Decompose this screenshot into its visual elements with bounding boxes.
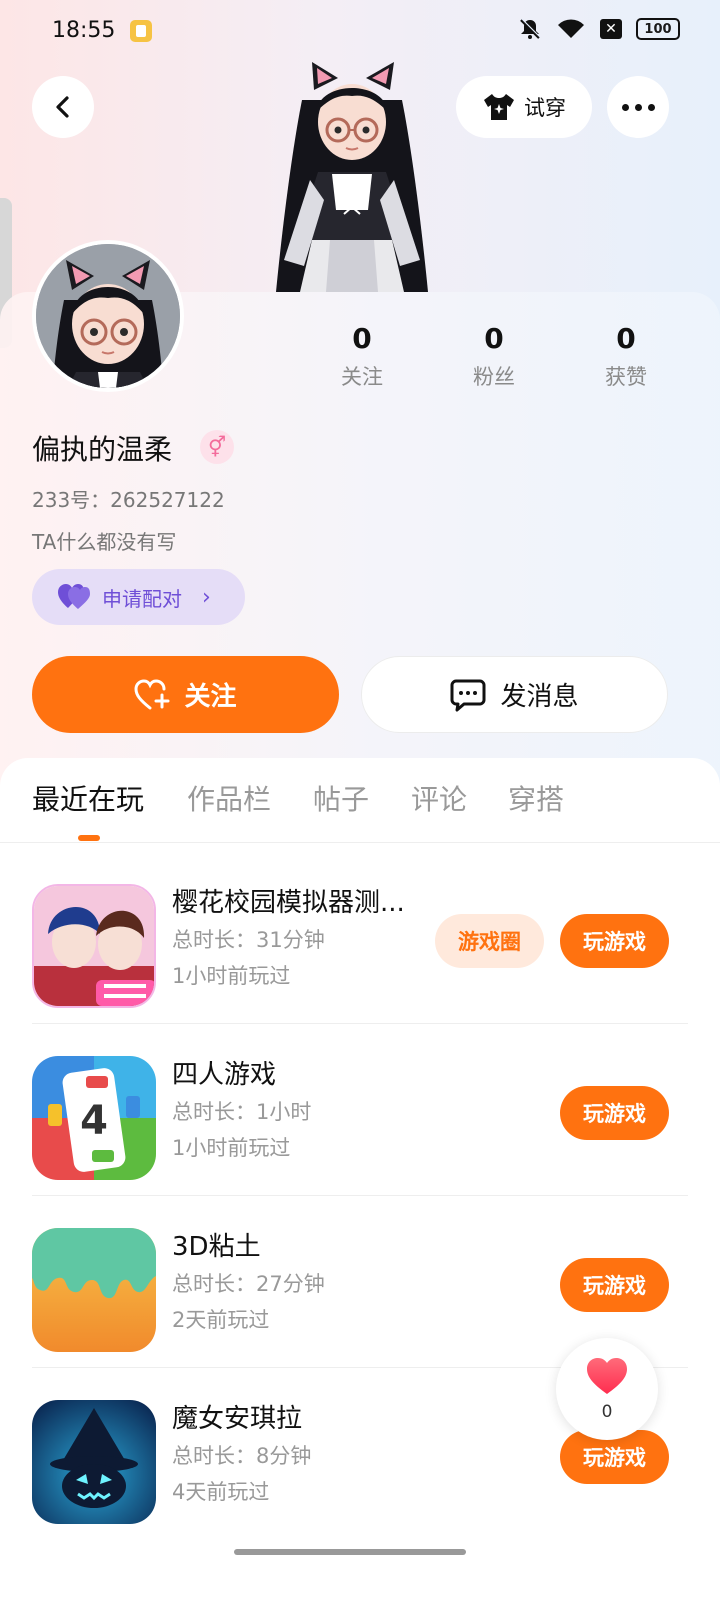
game-title: 魔女安琪拉 [172, 1404, 303, 1434]
sakura-school-icon[interactable] [32, 884, 156, 1008]
status-icons: ✕ 100 [518, 18, 680, 40]
stat-value: 0 [484, 322, 504, 355]
more-dot-icon [647, 103, 655, 111]
follow-label: 关注 [184, 682, 237, 712]
stat-label: 获赞 [605, 365, 647, 389]
try-on-label: 试穿 [524, 96, 566, 120]
back-button[interactable] [32, 76, 94, 138]
game-duration: 总时长：27分钟 [172, 1272, 325, 1296]
stat-following[interactable]: 0 关注 [312, 322, 412, 391]
heart-plus-icon [134, 678, 170, 709]
close-box-icon: ✕ [600, 19, 622, 39]
tabs-divider [0, 842, 720, 843]
stat-likes[interactable]: 0 获赞 [576, 322, 676, 391]
more-dot-icon [634, 103, 642, 111]
try-on-button[interactable]: 试穿 [456, 76, 592, 138]
avatar-character-figure [272, 60, 432, 292]
game-last-played: 1小时前玩过 [172, 964, 291, 988]
follow-button[interactable]: 关注 [32, 656, 339, 733]
tab-active-indicator [78, 835, 100, 841]
profile-tabs: 最近在玩 作品栏 帖子 评论 穿搭 [0, 778, 720, 844]
tshirt-icon [484, 94, 514, 120]
status-time: 18:55 [52, 18, 116, 43]
send-message-label: 发消息 [500, 682, 579, 712]
status-bar: 18:55 ✕ 100 [0, 0, 720, 64]
avatar-image [36, 244, 180, 388]
game-last-played: 1小时前玩过 [172, 1136, 291, 1160]
stat-label: 粉丝 [473, 365, 515, 389]
double-heart-icon [58, 584, 90, 609]
four-player-icon[interactable]: 4 [32, 1056, 156, 1180]
witch-icon[interactable] [32, 1400, 156, 1524]
game-title: 四人游戏 [172, 1060, 277, 1090]
game-title: 3D粘土 [172, 1232, 261, 1262]
gender-icon: ⚥ [200, 430, 234, 464]
play-game-button[interactable]: 玩游戏 [560, 1086, 669, 1140]
chevron-left-icon [56, 96, 69, 118]
stat-fans[interactable]: 0 粉丝 [444, 322, 544, 391]
game-circle-button[interactable]: 游戏圈 [435, 914, 544, 968]
tab-outfits[interactable]: 穿搭 [508, 778, 564, 818]
request-match-label: 申请配对 [102, 586, 182, 611]
game-duration: 总时长：8分钟 [172, 1444, 312, 1468]
svg-text:4: 4 [80, 1098, 108, 1144]
profile-avatar[interactable] [32, 240, 184, 392]
more-dot-icon [621, 103, 629, 111]
tab-recently-played[interactable]: 最近在玩 [32, 778, 144, 818]
game-title: 樱花校园模拟器测... [172, 888, 405, 918]
stat-value: 0 [352, 322, 372, 355]
game-row[interactable]: 樱花校园模拟器测... 总时长：31分钟 1小时前玩过 游戏圈 玩游戏 [0, 852, 720, 1024]
like-count: 0 [601, 1402, 613, 1422]
tab-posts[interactable]: 帖子 [313, 778, 369, 818]
floating-like-button[interactable]: 0 [556, 1338, 658, 1440]
stat-label: 关注 [341, 365, 383, 389]
chat-bubble-icon [450, 679, 486, 711]
game-duration: 总时长：31分钟 [172, 928, 325, 952]
user-id: 233号：262527122 [32, 488, 225, 512]
tab-works[interactable]: 作品栏 [187, 778, 271, 818]
username: 偏执的温柔 [32, 433, 173, 466]
play-game-button[interactable]: 玩游戏 [560, 1258, 669, 1312]
battery-indicator: 100 [636, 18, 680, 40]
game-last-played: 2天前玩过 [172, 1308, 270, 1332]
request-match-button[interactable]: 申请配对 › [32, 569, 245, 625]
game-row[interactable]: 4 四人游戏 总时长：1小时 1小时前玩过 玩游戏 [0, 1024, 720, 1196]
home-indicator[interactable] [234, 1549, 466, 1555]
game-last-played: 4天前玩过 [172, 1480, 270, 1504]
more-options-button[interactable] [607, 76, 669, 138]
chevron-right-icon: › [202, 584, 211, 610]
notes-app-icon [130, 20, 152, 42]
clay-icon[interactable] [32, 1228, 156, 1352]
play-game-button[interactable]: 玩游戏 [560, 914, 669, 968]
content-panel: 最近在玩 作品栏 帖子 评论 穿搭 樱花校园模拟器测... 总时长：31分钟 1… [0, 758, 720, 1612]
wifi-icon [558, 19, 584, 38]
mute-icon [520, 18, 541, 39]
send-message-button[interactable]: 发消息 [361, 656, 668, 733]
tab-comments[interactable]: 评论 [411, 778, 467, 818]
stat-value: 0 [616, 322, 636, 355]
heart-icon [585, 1356, 629, 1400]
game-duration: 总时长：1小时 [172, 1100, 312, 1124]
user-bio: TA什么都没有写 [32, 530, 177, 554]
